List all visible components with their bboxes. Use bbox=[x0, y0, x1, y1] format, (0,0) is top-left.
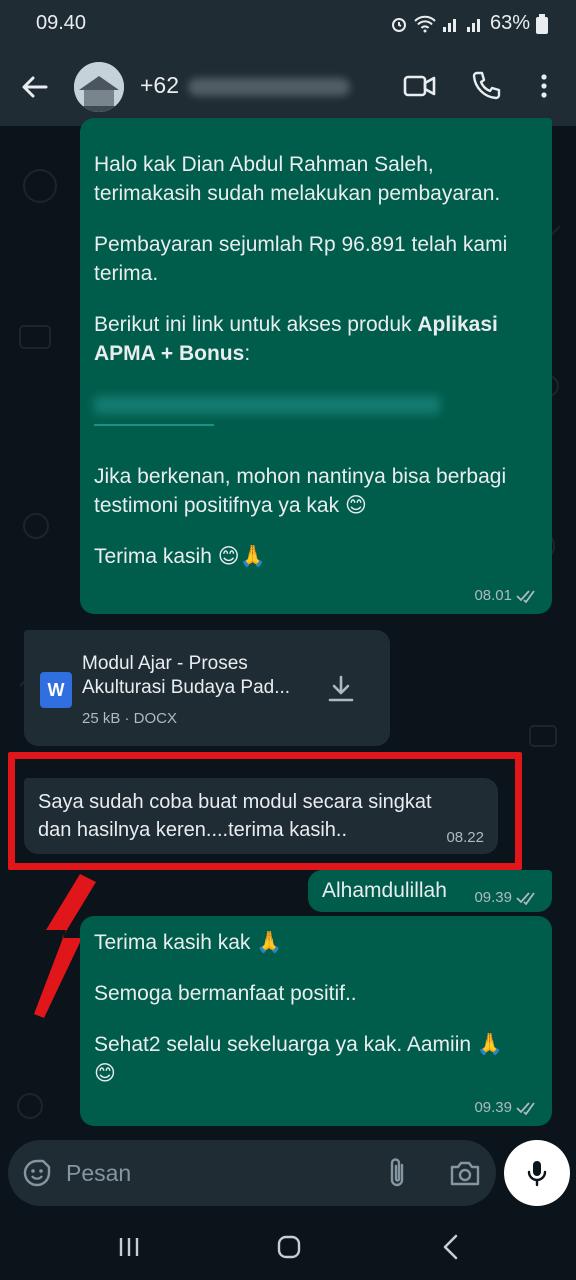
status-bar: 09.40 63% bbox=[0, 0, 576, 48]
document-title: Akulturasi Budaya Pad... bbox=[82, 677, 291, 698]
read-ticks-icon bbox=[516, 891, 535, 905]
message-text: terimakasih sudah melakukan pembayaran. bbox=[94, 182, 501, 205]
message-text: testimoni positifnya ya kak 😊 bbox=[94, 494, 367, 517]
message-document[interactable]: Modul Ajar - Proses Akulturasi Budaya Pa… bbox=[24, 630, 390, 746]
message-text: Saya sudah coba buat modul secara singka… bbox=[38, 791, 432, 813]
contact-name[interactable]: +62 bbox=[140, 72, 179, 99]
more-options-icon[interactable] bbox=[526, 68, 562, 104]
word-document-icon: W bbox=[40, 672, 72, 708]
message-text: Terima kasih kak 🙏 bbox=[94, 931, 283, 954]
status-icons: 63% bbox=[390, 12, 548, 35]
message-meta: 08.22 bbox=[446, 829, 484, 846]
message-meta: 09.39 bbox=[474, 889, 538, 906]
message-text: 😊 bbox=[94, 1062, 116, 1085]
message-text: dan hasilnya keren....terima kasih.. bbox=[38, 819, 348, 841]
signal-icon bbox=[442, 18, 456, 32]
battery-icon bbox=[536, 13, 548, 34]
home-icon[interactable] bbox=[274, 1232, 304, 1262]
document-info: 25 kB · DOCX bbox=[82, 710, 178, 727]
video-call-icon[interactable] bbox=[402, 68, 438, 104]
phone-call-icon[interactable] bbox=[468, 68, 504, 104]
mic-button[interactable] bbox=[504, 1140, 570, 1206]
message-outgoing[interactable]: Halo kak Dian Abdul Rahman Saleh, terima… bbox=[80, 118, 552, 614]
message-meta: 09.39 bbox=[474, 1099, 538, 1116]
message-text: Semoga bermanfaat positif.. bbox=[94, 982, 357, 1005]
message-incoming[interactable]: Saya sudah coba buat modul secara singka… bbox=[24, 778, 498, 854]
message-input[interactable]: Pesan bbox=[66, 1160, 131, 1187]
camera-icon[interactable] bbox=[448, 1156, 482, 1190]
message-outgoing[interactable]: Terima kasih kak 🙏 Semoga bermanfaat pos… bbox=[80, 916, 552, 1126]
message-text-bold: APMA + Bonus bbox=[94, 342, 245, 365]
recent-apps-icon[interactable] bbox=[114, 1232, 144, 1262]
signal-icon-2 bbox=[466, 18, 480, 32]
read-ticks-icon bbox=[516, 1101, 535, 1115]
message-time: 08.22 bbox=[446, 829, 484, 846]
message-text: Jika berkenan, mohon nantinya bisa berba… bbox=[94, 465, 507, 488]
message-text: Pembayaran sejumlah Rp 96.891 telah kami bbox=[94, 233, 508, 256]
emoji-sticker-icon[interactable] bbox=[22, 1158, 52, 1188]
document-title: Modul Ajar - Proses bbox=[82, 653, 248, 674]
redacted-link[interactable] bbox=[94, 390, 540, 440]
message-time: 08.01 bbox=[474, 587, 512, 604]
message-meta: 08.01 bbox=[474, 587, 538, 604]
message-text: : bbox=[244, 342, 251, 365]
message-text: Terima kasih 😊🙏 bbox=[94, 545, 266, 568]
message-text-bold: Aplikasi bbox=[417, 313, 498, 336]
battery-percent: 63% bbox=[489, 12, 530, 34]
wifi-icon bbox=[414, 15, 436, 32]
message-text: Halo kak Dian Abdul Rahman Saleh, bbox=[94, 153, 434, 176]
download-icon[interactable] bbox=[326, 674, 356, 704]
attachment-icon[interactable] bbox=[384, 1156, 410, 1190]
alarm-icon bbox=[391, 17, 406, 32]
system-nav-bar bbox=[0, 1212, 576, 1280]
message-time: 09.39 bbox=[474, 1099, 512, 1116]
message-text: terima. bbox=[94, 262, 159, 285]
message-text: Sehat2 selalu sekeluarga ya kak. Aamiin … bbox=[94, 1033, 504, 1056]
back-arrow-icon[interactable] bbox=[18, 70, 52, 104]
read-ticks-icon bbox=[516, 589, 535, 603]
message-time: 09.39 bbox=[474, 889, 512, 906]
chat-header: +62 bbox=[0, 48, 576, 126]
message-text: Alhamdulillah bbox=[322, 879, 447, 902]
nav-back-icon[interactable] bbox=[436, 1232, 466, 1262]
message-text: Berikut ini link untuk akses produk bbox=[94, 313, 418, 336]
microphone-icon bbox=[527, 1161, 547, 1187]
redacted-number bbox=[188, 78, 350, 96]
status-time: 09.40 bbox=[36, 12, 87, 34]
message-outgoing[interactable]: Alhamdulillah 09.39 bbox=[308, 870, 552, 912]
avatar[interactable] bbox=[74, 62, 124, 112]
message-composer[interactable]: Pesan bbox=[8, 1140, 496, 1206]
